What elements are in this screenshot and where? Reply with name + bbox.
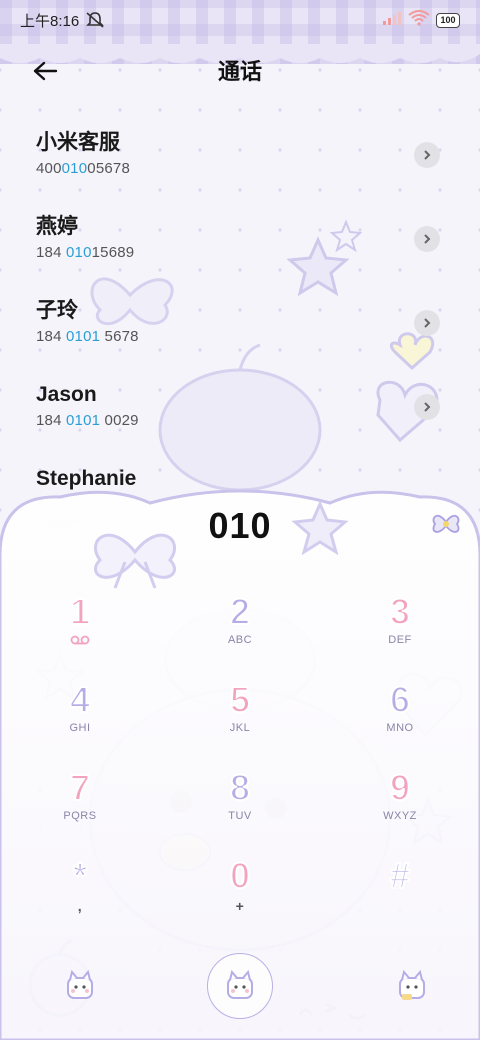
key-letters: MNO (386, 722, 414, 734)
back-arrow-icon (33, 61, 58, 81)
bow-icon (432, 514, 460, 533)
dialer-bottom-bar (0, 950, 480, 1040)
key-digit: # (389, 855, 411, 897)
chevron-right-icon (424, 318, 431, 328)
contact-detail-button[interactable] (414, 142, 440, 168)
contact-number: 184 0101 0029 (36, 412, 139, 429)
list-item[interactable]: 子玲 184 0101 5678 (0, 280, 480, 364)
contact-list: 小米客服 40001005678 燕婷 184 01015689 子玲 184 … (0, 112, 480, 532)
list-item[interactable]: 小米客服 40001005678 (0, 112, 480, 196)
key-letters: WXYZ (383, 810, 417, 822)
key-digit: 4 (69, 679, 91, 721)
dnd-icon (85, 11, 105, 29)
key-0[interactable]: 0 + (185, 855, 295, 936)
contact-name: Jason (36, 383, 97, 406)
key-digit: * (72, 855, 88, 897)
call-cat-icon (227, 969, 253, 999)
page-title: 通话 (217, 59, 262, 84)
list-item[interactable]: Jason 184 0101 0029 (0, 364, 480, 448)
key-letters: PQRS (63, 810, 97, 822)
key-5[interactable]: 5 JKL (185, 679, 295, 760)
call-button[interactable] (207, 953, 273, 1019)
contact-number: 40001005678 (36, 160, 130, 177)
key-8[interactable]: 8 TUV (185, 767, 295, 848)
contact-detail-button[interactable] (414, 310, 440, 336)
status-time: 上午8:16 (20, 12, 80, 30)
key-6[interactable]: 6 MNO (345, 679, 455, 760)
key-letters: GHI (69, 722, 91, 734)
key-digit: 9 (389, 767, 411, 809)
contact-number: 184 01015689 (36, 244, 135, 261)
key-3[interactable]: 3 DEF (345, 591, 455, 672)
key-digit: 7 (69, 767, 91, 809)
left-action-button[interactable] (62, 968, 98, 1004)
wifi-icon (408, 10, 430, 30)
right-action-button[interactable] (394, 968, 430, 1004)
contact-detail-button[interactable] (414, 394, 440, 420)
key-hash[interactable]: # (345, 855, 455, 936)
key-digit: 1 (69, 591, 91, 633)
key-9[interactable]: 9 WXYZ (345, 767, 455, 848)
chevron-right-icon (424, 402, 431, 412)
key-7[interactable]: 7 PQRS (25, 767, 135, 848)
key-letters: JKL (229, 722, 251, 734)
key-letters: DEF (388, 634, 412, 646)
key-letters: TUV (228, 810, 252, 822)
key-digit: 8 (229, 767, 251, 809)
list-item[interactable]: 燕婷 184 01015689 (0, 196, 480, 280)
key-digit: 2 (229, 591, 251, 633)
key-4[interactable]: 4 GHI (25, 679, 135, 760)
key-letters: ABC (227, 634, 253, 646)
contact-detail-button[interactable] (414, 226, 440, 252)
key-2[interactable]: 2 ABC (185, 591, 295, 672)
status-bar: 上午8:16 100 (0, 0, 480, 40)
cat-menu-icon (399, 969, 425, 1000)
key-digit: 0 (229, 855, 251, 897)
key-digit: 6 (389, 679, 411, 721)
contact-name: 燕婷 (36, 215, 78, 238)
battery-indicator: 100 (436, 12, 460, 28)
key-letters: , (77, 898, 83, 914)
key-letters: + (235, 898, 245, 914)
cat-avatar-icon (67, 969, 93, 999)
chevron-right-icon (424, 150, 431, 160)
contact-name: 子玲 (36, 299, 78, 322)
back-button[interactable] (30, 56, 60, 86)
page-header: 通话 (0, 50, 480, 90)
signal-icon (382, 11, 402, 29)
key-digit: 5 (229, 679, 251, 721)
chevron-right-icon (424, 234, 431, 244)
key-digit: 3 (389, 591, 411, 633)
key-1[interactable]: 1 (25, 591, 135, 672)
dialed-number-display: 010 (208, 505, 272, 546)
key-star[interactable]: * , (25, 855, 135, 936)
contact-number: 184 0101 5678 (36, 328, 139, 345)
voicemail-icon (25, 632, 135, 646)
contact-name: 小米客服 (36, 131, 120, 154)
